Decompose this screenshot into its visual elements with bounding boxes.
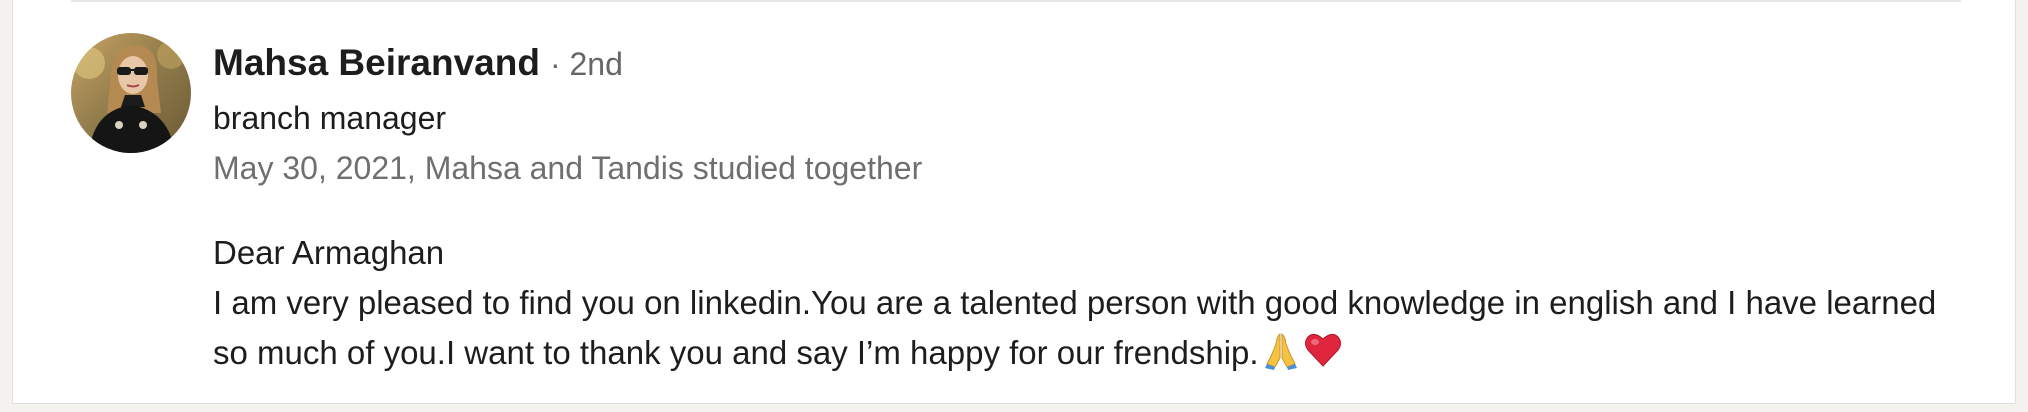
author-name-link[interactable]: Mahsa Beiranvand	[213, 42, 540, 84]
red-heart-icon	[1303, 330, 1343, 384]
body-text: I am very pleased to find you on linkedi…	[213, 284, 1937, 371]
recommendation-text: Dear Armaghan I am very pleased to find …	[213, 228, 1973, 384]
divider	[71, 0, 1961, 2]
folded-hands-icon	[1261, 330, 1301, 384]
avatar[interactable]	[71, 33, 191, 153]
recommendation-body: I am very pleased to find you on linkedi…	[213, 278, 1973, 384]
connection-degree: · 2nd	[549, 46, 623, 82]
greeting: Dear Armaghan	[213, 234, 445, 271]
author-headline: branch manager	[213, 100, 447, 136]
recommendation-card: Mahsa Beiranvand · 2nd branch manager Ma…	[12, 0, 2016, 404]
author-row: Mahsa Beiranvand · 2nd	[213, 42, 623, 90]
recommendation-meta: May 30, 2021, Mahsa and Tandis studied t…	[213, 150, 923, 186]
profile-photo	[71, 33, 191, 153]
